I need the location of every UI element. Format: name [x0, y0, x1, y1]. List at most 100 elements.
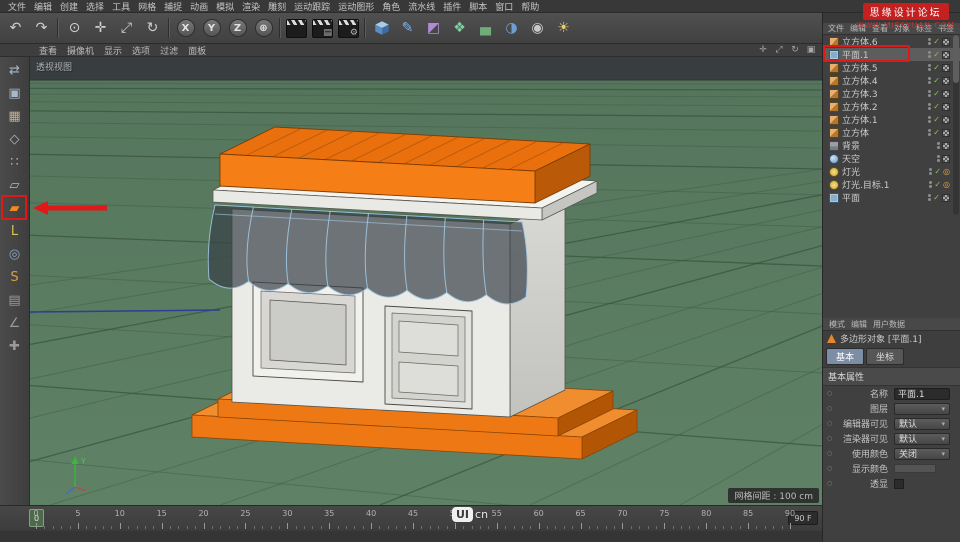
- toolbar-add-camera[interactable]: ◉: [525, 15, 550, 41]
- object-row[interactable]: 天空: [823, 152, 960, 165]
- timeline-ruler[interactable]: 0 90 F 051015202530354045505560657075808…: [0, 505, 822, 531]
- object-name[interactable]: 灯光.目标.1: [842, 178, 889, 191]
- toolbar-render-settings[interactable]: ⚙: [336, 15, 361, 41]
- menubar-item[interactable]: 流水线: [404, 0, 439, 13]
- texture-tag-icon[interactable]: [942, 128, 950, 137]
- visibility-dots[interactable]: [928, 64, 932, 71]
- menubar-item[interactable]: 选择: [82, 0, 108, 13]
- object-name[interactable]: 立方体.1: [842, 113, 878, 126]
- viewport-menu-item[interactable]: 查看: [34, 44, 62, 57]
- object-name[interactable]: 立方体: [842, 126, 869, 139]
- enable-check-icon[interactable]: ✓: [933, 37, 940, 46]
- visibility-dots[interactable]: [928, 116, 932, 123]
- menubar-item[interactable]: 雕刻: [264, 0, 290, 13]
- tool-lock-workplane[interactable]: ▤: [3, 289, 27, 312]
- object-row[interactable]: 立方体.5 ✓: [823, 61, 960, 74]
- tool-enable-snap[interactable]: S: [3, 266, 27, 289]
- object-row[interactable]: 灯光 ✓ ◎: [823, 165, 960, 178]
- toolbar-undo[interactable]: ↶: [3, 15, 28, 41]
- texture-tag-icon[interactable]: [942, 89, 950, 98]
- am-menu-item[interactable]: 编辑: [848, 319, 870, 330]
- toolbar-move[interactable]: ✛: [88, 15, 113, 41]
- scrollbar-thumb[interactable]: [953, 35, 959, 83]
- menubar-item[interactable]: 角色: [378, 0, 404, 13]
- attr-select-editor-visibility[interactable]: 默认 ▾: [894, 417, 950, 430]
- texture-tag-icon[interactable]: [942, 76, 950, 85]
- enable-check-icon[interactable]: ✓: [933, 50, 940, 59]
- attr-tab-基本[interactable]: 基本: [826, 348, 865, 365]
- menubar-item[interactable]: 创建: [56, 0, 82, 13]
- menubar-item[interactable]: 工具: [108, 0, 134, 13]
- object-row[interactable]: 灯光.目标.1 ✓ ◎: [823, 178, 960, 191]
- enable-check-icon[interactable]: ✓: [933, 128, 940, 137]
- visibility-dots[interactable]: [928, 129, 932, 136]
- keyframe-dot-icon[interactable]: ○: [827, 405, 836, 412]
- toolbar-lock-y-axis[interactable]: Y: [199, 15, 224, 41]
- visibility-dots[interactable]: [928, 38, 932, 45]
- attr-input-name[interactable]: 平面.1: [894, 387, 950, 400]
- menubar-item[interactable]: 渲染: [238, 0, 264, 13]
- attr-select-use-color[interactable]: 关闭 ▾: [894, 447, 950, 460]
- toolbar-scale[interactable]: ⤢: [114, 15, 139, 41]
- object-row[interactable]: 立方体.6 ✓: [823, 35, 960, 48]
- texture-tag-icon[interactable]: [942, 102, 950, 111]
- target-tag-icon[interactable]: ◎: [943, 180, 950, 189]
- toolbar-coordinate-system[interactable]: ⊕: [251, 15, 276, 41]
- object-manager-scrollbar[interactable]: [953, 35, 959, 215]
- viewport-nav-toggle-views-icon[interactable]: ▣: [805, 45, 817, 55]
- enable-check-icon[interactable]: ✓: [933, 115, 940, 124]
- toolbar-live-selection[interactable]: ⊙: [62, 15, 87, 41]
- am-menu-item[interactable]: 用户数据: [870, 319, 908, 330]
- menubar-item[interactable]: 文件: [4, 0, 30, 13]
- toolbar-add-subdivision-surface[interactable]: ◩: [421, 15, 446, 41]
- menubar-item[interactable]: 运动跟踪: [290, 0, 334, 13]
- texture-tag-icon[interactable]: [942, 193, 950, 202]
- object-name[interactable]: 立方体.5: [842, 61, 878, 74]
- object-row[interactable]: 立方体.1 ✓: [823, 113, 960, 126]
- texture-tag-icon[interactable]: [942, 63, 950, 72]
- visibility-dots[interactable]: [937, 155, 940, 162]
- attr-color-swatch[interactable]: [894, 464, 936, 473]
- texture-tag-icon[interactable]: [942, 50, 950, 59]
- object-row[interactable]: 立方体.4 ✓: [823, 74, 960, 87]
- attr-tab-坐标[interactable]: 坐标: [866, 348, 905, 365]
- enable-check-icon[interactable]: ✓: [934, 180, 941, 189]
- object-name[interactable]: 平面: [842, 191, 860, 204]
- keyframe-dot-icon[interactable]: ○: [827, 420, 836, 427]
- texture-tag-icon[interactable]: [942, 154, 950, 163]
- toolbar-add-sky[interactable]: ◑: [499, 15, 524, 41]
- object-row[interactable]: 平面.1 ✓: [823, 48, 960, 61]
- visibility-dots[interactable]: [929, 168, 933, 175]
- toolbar-add-light[interactable]: ☀: [551, 15, 576, 41]
- texture-tag-icon[interactable]: [942, 115, 950, 124]
- keyframe-dot-icon[interactable]: ○: [827, 435, 836, 442]
- viewport-menu-item[interactable]: 面板: [183, 44, 211, 57]
- tool-modeling-settings[interactable]: ✚: [3, 335, 27, 358]
- object-row[interactable]: 背景: [823, 139, 960, 152]
- tool-workplane-mode[interactable]: ◇: [3, 128, 27, 151]
- visibility-dots[interactable]: [929, 181, 933, 188]
- visibility-dots[interactable]: [928, 51, 932, 58]
- viewport-nav-rotate-icon[interactable]: ↻: [789, 45, 801, 55]
- enable-check-icon[interactable]: ✓: [933, 63, 940, 72]
- tool-make-editable[interactable]: ⇄: [3, 59, 27, 82]
- tool-points-mode[interactable]: ∷: [3, 151, 27, 174]
- tool-enable-axis[interactable]: L: [3, 220, 27, 243]
- enable-check-icon[interactable]: ✓: [933, 193, 940, 202]
- menubar-item[interactable]: 捕捉: [160, 0, 186, 13]
- object-name[interactable]: 平面.1: [842, 48, 869, 61]
- texture-tag-icon[interactable]: [942, 141, 950, 150]
- enable-check-icon[interactable]: ✓: [933, 102, 940, 111]
- menubar-item[interactable]: 运动图形: [334, 0, 378, 13]
- enable-check-icon[interactable]: ✓: [933, 89, 940, 98]
- visibility-dots[interactable]: [928, 90, 932, 97]
- keyframe-dot-icon[interactable]: ○: [827, 480, 836, 487]
- menubar-item[interactable]: 编辑: [30, 0, 56, 13]
- enable-check-icon[interactable]: ✓: [933, 76, 940, 85]
- menubar-item[interactable]: 插件: [439, 0, 465, 13]
- tool-polygons-mode[interactable]: ▰: [3, 197, 27, 220]
- menubar-item[interactable]: 模拟: [212, 0, 238, 13]
- object-row[interactable]: 立方体.3 ✓: [823, 87, 960, 100]
- visibility-dots[interactable]: [928, 103, 932, 110]
- target-tag-icon[interactable]: ◎: [943, 167, 950, 176]
